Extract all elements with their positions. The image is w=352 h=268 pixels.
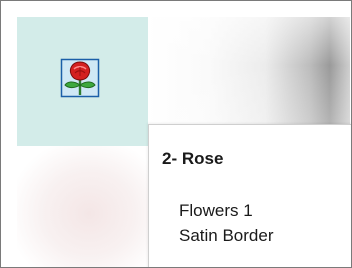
tooltip-category: Flowers 1: [179, 201, 253, 220]
tooltip-style: Satin Border: [179, 226, 274, 245]
design-thumbnail-rose[interactable]: [17, 17, 148, 146]
design-tooltip: 2- Rose Flowers 1 Satin Border: [148, 124, 351, 267]
tooltip-title: 2- Rose: [162, 149, 224, 168]
rose-icon: [60, 58, 100, 98]
design-gallery-panel: 2- Rose Flowers 1 Satin Border: [0, 0, 352, 268]
lower-thumbnail-blurred: [17, 146, 148, 267]
neighbor-thumbnail-blurred: [148, 17, 350, 124]
